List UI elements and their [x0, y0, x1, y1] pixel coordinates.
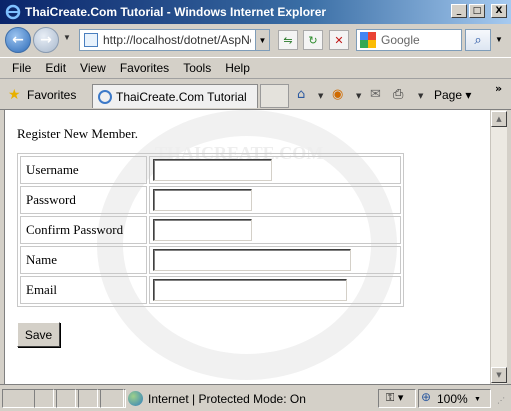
confirm-password-label: Confirm Password [20, 216, 147, 244]
home-dropdown-icon[interactable]: ▼ [318, 92, 323, 100]
status-bar: Internet | Protected Mode: On ⚿ ▾ ⊕ 100%… [0, 384, 511, 411]
email-input[interactable] [153, 279, 347, 301]
address-toolbar: ← → ▼ http://localhost/dotnet/AspNet ▼ ⇋… [0, 24, 511, 56]
tab-active[interactable]: ThaiCreate.Com Tutorial [92, 84, 258, 108]
status-panel-1 [34, 389, 54, 408]
search-input[interactable]: Google [356, 29, 462, 51]
security-zone[interactable]: Internet | Protected Mode: On [128, 391, 306, 406]
window-title: ThaiCreate.Com Tutorial - Windows Intern… [25, 5, 327, 19]
password-cell [149, 186, 401, 214]
email-cell [149, 276, 401, 304]
page-icon [84, 33, 98, 47]
address-bar[interactable]: http://localhost/dotnet/AspNet ▼ [79, 29, 270, 51]
feeds-icon[interactable]: ◉ [332, 87, 343, 102]
zoom-level[interactable]: 100% [437, 392, 468, 406]
form-row-confirm-password: Confirm Password [20, 216, 401, 244]
form-row-name: Name [20, 246, 401, 274]
address-text[interactable]: http://localhost/dotnet/AspNet [103, 33, 251, 47]
username-input[interactable] [153, 159, 272, 181]
name-label: Name [20, 246, 147, 274]
page-heading: Register New Member. [17, 126, 138, 141]
menu-edit[interactable]: Edit [39, 61, 74, 75]
menu-file[interactable]: File [6, 61, 39, 75]
feeds-dropdown-icon[interactable]: ▼ [356, 92, 361, 100]
ie-logo-icon [5, 4, 21, 20]
favorites-bar: ★ Favorites ThaiCreate.Com Tutorial ⌂ ▼ … [0, 80, 511, 110]
form-row-email: Email [20, 276, 401, 304]
email-label: Email [20, 276, 147, 304]
stop-icon[interactable]: ✕ [329, 30, 349, 50]
window-controls: _ □ X [451, 4, 507, 18]
back-button[interactable]: ← [5, 27, 31, 53]
scroll-down-button[interactable]: ▼ [491, 367, 507, 383]
refresh-icon[interactable]: ↻ [303, 30, 323, 50]
title-bar: ThaiCreate.Com Tutorial - Windows Intern… [0, 0, 511, 24]
username-label: Username [20, 156, 147, 184]
menu-tools[interactable]: Tools [177, 61, 219, 75]
print-dropdown-icon[interactable]: ▼ [418, 92, 423, 100]
favorites-button[interactable]: Favorites [27, 88, 76, 102]
confirm-password-cell [149, 216, 401, 244]
home-icon[interactable]: ⌂ [297, 87, 305, 102]
forward-button[interactable]: → [33, 27, 59, 53]
ie-page-icon [98, 89, 112, 104]
tab-title: ThaiCreate.Com Tutorial [116, 89, 247, 104]
name-cell [149, 246, 401, 274]
compatibility-view-icon[interactable]: ⇋ [278, 30, 298, 50]
recent-pages-dropdown-icon[interactable]: ▼ [63, 33, 71, 42]
maximize-button[interactable]: □ [469, 4, 485, 18]
toolbar-overflow-icon[interactable]: » [495, 82, 502, 95]
read-mail-icon[interactable]: ✉ [370, 87, 381, 102]
address-dropdown-icon[interactable]: ▼ [255, 30, 269, 50]
menu-view[interactable]: View [74, 61, 114, 75]
print-icon[interactable]: ⎙ [393, 87, 403, 102]
internet-globe-icon [128, 391, 143, 406]
form-row-username: Username [20, 156, 401, 184]
menu-help[interactable]: Help [219, 61, 258, 75]
confirm-password-input[interactable] [153, 219, 252, 241]
vertical-scrollbar[interactable]: ▲ ▼ [490, 110, 507, 384]
status-panel-2 [56, 389, 76, 408]
resize-grip-icon[interactable]: ⋰ [497, 396, 505, 405]
protected-mode-icon[interactable]: ⚿ ▾ [386, 391, 403, 405]
search-options-dropdown-icon[interactable]: ▼ [495, 35, 503, 44]
window-right-border [507, 110, 511, 384]
menu-bar: File Edit View Favorites Tools Help [0, 57, 511, 79]
zoom-dropdown-icon[interactable]: ▼ [474, 396, 481, 403]
scroll-up-button[interactable]: ▲ [491, 111, 507, 127]
zoom-icon[interactable]: ⊕ [421, 390, 431, 404]
new-tab-button[interactable] [260, 84, 289, 108]
status-panel-3 [78, 389, 98, 408]
form-row-password: Password [20, 186, 401, 214]
zone-text: Internet | Protected Mode: On [148, 391, 306, 406]
page-menu-button[interactable]: Page ▾ [434, 88, 471, 102]
page-content: THAICREATE.COM Register New Member. User… [4, 110, 490, 384]
password-input[interactable] [153, 189, 252, 211]
name-input[interactable] [153, 249, 351, 271]
password-label: Password [20, 186, 147, 214]
minimize-button[interactable]: _ [451, 4, 467, 18]
status-panel-4 [100, 389, 124, 408]
menu-favorites[interactable]: Favorites [114, 61, 177, 75]
username-cell [149, 156, 401, 184]
save-button[interactable]: Save [17, 322, 60, 347]
register-form-table: Username Password Confirm Password Name … [17, 153, 404, 307]
search-placeholder: Google [381, 33, 420, 47]
close-button[interactable]: X [491, 4, 507, 18]
google-icon [360, 32, 376, 48]
favorites-star-icon[interactable]: ★ [8, 87, 21, 103]
search-button[interactable]: ⌕ [465, 29, 491, 51]
